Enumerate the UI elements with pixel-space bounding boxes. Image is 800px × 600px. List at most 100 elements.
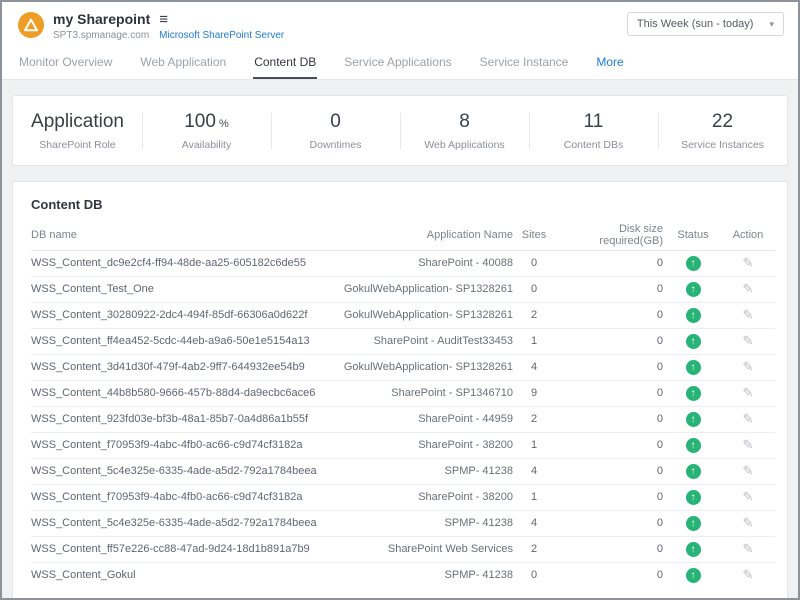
status-up-icon: ↑ — [686, 256, 701, 271]
table-row: WSS_Content_923fd03e-bf3b-48a1-85b7-0a4d… — [31, 406, 775, 432]
status-cell: ↑ — [665, 458, 721, 484]
sites-cell: 0 — [513, 250, 555, 276]
sites-cell: 0 — [513, 276, 555, 302]
table-row: WSS_Content_5c4e325e-6335-4ade-a5d2-792a… — [31, 458, 775, 484]
tab-service-instance[interactable]: Service Instance — [479, 46, 570, 79]
content-db-title: Content DB — [31, 197, 769, 212]
sites-cell: 1 — [513, 432, 555, 458]
application-name-cell: SPMP- 41238 — [333, 562, 513, 588]
db-name-cell: WSS_Content_f70953f9-4abc-4fb0-ac66-c9d7… — [31, 432, 333, 458]
action-cell: ✎ — [721, 250, 775, 276]
disk-size-cell: 0 — [555, 276, 665, 302]
content-db-card: Content DB DB nameApplication NameSitesD… — [12, 181, 788, 598]
application-name-cell: SharePoint - 44959 — [333, 406, 513, 432]
action-cell: ✎ — [721, 406, 775, 432]
disk-size-cell: 0 — [555, 432, 665, 458]
status-cell: ↑ — [665, 250, 721, 276]
stat-value: Application — [17, 111, 138, 133]
tab-monitor-overview[interactable]: Monitor Overview — [18, 46, 113, 79]
disk-size-cell: 0 — [555, 484, 665, 510]
stat-web-applications: 8Web Applications — [400, 109, 529, 153]
action-cell: ✎ — [721, 380, 775, 406]
edit-pencil-icon[interactable]: ✎ — [743, 541, 754, 556]
column-header-disk-size-required-gb: Disk size required(GB) — [555, 220, 665, 250]
disk-size-cell: 0 — [555, 380, 665, 406]
action-cell: ✎ — [721, 302, 775, 328]
action-cell: ✎ — [721, 276, 775, 302]
monitor-host: SPT3.spmanage.com — [53, 30, 149, 41]
db-name-cell: WSS_Content_923fd03e-bf3b-48a1-85b7-0a4d… — [31, 406, 333, 432]
edit-pencil-icon[interactable]: ✎ — [743, 437, 754, 452]
edit-pencil-icon[interactable]: ✎ — [743, 385, 754, 400]
time-range-value: This Week (sun - today) — [637, 18, 754, 30]
tab-bar: Monitor Overview Web Application Content D… — [2, 46, 798, 80]
hamburger-icon[interactable]: ≡ — [159, 12, 168, 27]
status-cell: ↑ — [665, 536, 721, 562]
edit-pencil-icon[interactable]: ✎ — [743, 567, 754, 582]
disk-size-cell: 0 — [555, 250, 665, 276]
table-row: WSS_Content_44b8b580-9666-457b-88d4-da9e… — [31, 380, 775, 406]
column-header-action: Action — [721, 220, 775, 250]
sites-cell: 2 — [513, 536, 555, 562]
table-header-row: DB nameApplication NameSitesDisk size re… — [31, 220, 775, 250]
table-row: WSS_Content_ff57e226-cc88-47ad-9d24-18d1… — [31, 536, 775, 562]
edit-pencil-icon[interactable]: ✎ — [743, 255, 754, 270]
table-row: WSS_Content_ff4ea452-5cdc-44eb-a9a6-50e1… — [31, 328, 775, 354]
edit-pencil-icon[interactable]: ✎ — [743, 359, 754, 374]
status-cell: ↑ — [665, 510, 721, 536]
stat-availability: 100 %Availability — [142, 109, 271, 153]
edit-pencil-icon[interactable]: ✎ — [743, 307, 754, 322]
status-up-icon: ↑ — [686, 490, 701, 505]
application-name-cell: SPMP- 41238 — [333, 510, 513, 536]
edit-pencil-icon[interactable]: ✎ — [743, 281, 754, 296]
disk-size-cell: 0 — [555, 562, 665, 588]
status-up-icon: ↑ — [686, 282, 701, 297]
monitor-title: my Sharepoint — [53, 11, 150, 27]
disk-size-cell: 0 — [555, 458, 665, 484]
stat-label: Service Instances — [662, 139, 783, 151]
action-cell: ✎ — [721, 510, 775, 536]
status-up-icon: ↑ — [686, 568, 701, 583]
tab-web-application[interactable]: Web Application — [139, 46, 227, 79]
application-name-cell: SharePoint Web Services — [333, 536, 513, 562]
stat-value: 22 — [662, 111, 783, 133]
monitor-identity: my Sharepoint ≡ SPT3.spmanage.com Micros… — [18, 11, 284, 41]
edit-pencil-icon[interactable]: ✎ — [743, 515, 754, 530]
sites-cell: 1 — [513, 484, 555, 510]
application-name-cell: GokulWebApplication- SP1328261 — [333, 354, 513, 380]
db-name-cell: WSS_Content_5c4e325e-6335-4ade-a5d2-792a… — [31, 458, 333, 484]
tab-more[interactable]: More — [595, 46, 624, 79]
server-type-link[interactable]: Microsoft SharePoint Server — [159, 30, 284, 41]
status-up-icon: ↑ — [686, 360, 701, 375]
stat-value: 0 — [275, 111, 396, 133]
column-header-sites: Sites — [513, 220, 555, 250]
status-cell: ↑ — [665, 380, 721, 406]
db-name-cell: WSS_Content_44b8b580-9666-457b-88d4-da9e… — [31, 380, 333, 406]
tab-service-applications[interactable]: Service Applications — [343, 46, 452, 79]
app-window: my Sharepoint ≡ SPT3.spmanage.com Micros… — [0, 0, 800, 600]
disk-size-cell: 0 — [555, 354, 665, 380]
status-up-icon: ↑ — [686, 412, 701, 427]
status-up-icon: ↑ — [686, 516, 701, 531]
edit-pencil-icon[interactable]: ✎ — [743, 411, 754, 426]
edit-pencil-icon[interactable]: ✎ — [743, 463, 754, 478]
status-up-icon: ↑ — [686, 308, 701, 323]
stat-label: Web Applications — [404, 139, 525, 151]
status-up-icon: ↑ — [686, 464, 701, 479]
status-cell: ↑ — [665, 276, 721, 302]
edit-pencil-icon[interactable]: ✎ — [743, 489, 754, 504]
edit-pencil-icon[interactable]: ✎ — [743, 333, 754, 348]
stat-label: Content DBs — [533, 139, 654, 151]
column-header-db-name: DB name — [31, 220, 333, 250]
tab-content-db[interactable]: Content DB — [253, 46, 317, 79]
stat-content-dbs: 11Content DBs — [529, 109, 658, 153]
content-area: ApplicationSharePoint Role100 %Availabil… — [2, 80, 798, 598]
column-header-status: Status — [665, 220, 721, 250]
stat-label: Availability — [146, 139, 267, 151]
db-name-cell: WSS_Content_ff4ea452-5cdc-44eb-a9a6-50e1… — [31, 328, 333, 354]
db-name-cell: WSS_Content_5c4e325e-6335-4ade-a5d2-792a… — [31, 510, 333, 536]
time-range-select[interactable]: This Week (sun - today) ▾ — [627, 12, 784, 36]
content-db-table: DB nameApplication NameSitesDisk size re… — [31, 220, 775, 588]
disk-size-cell: 0 — [555, 510, 665, 536]
action-cell: ✎ — [721, 432, 775, 458]
